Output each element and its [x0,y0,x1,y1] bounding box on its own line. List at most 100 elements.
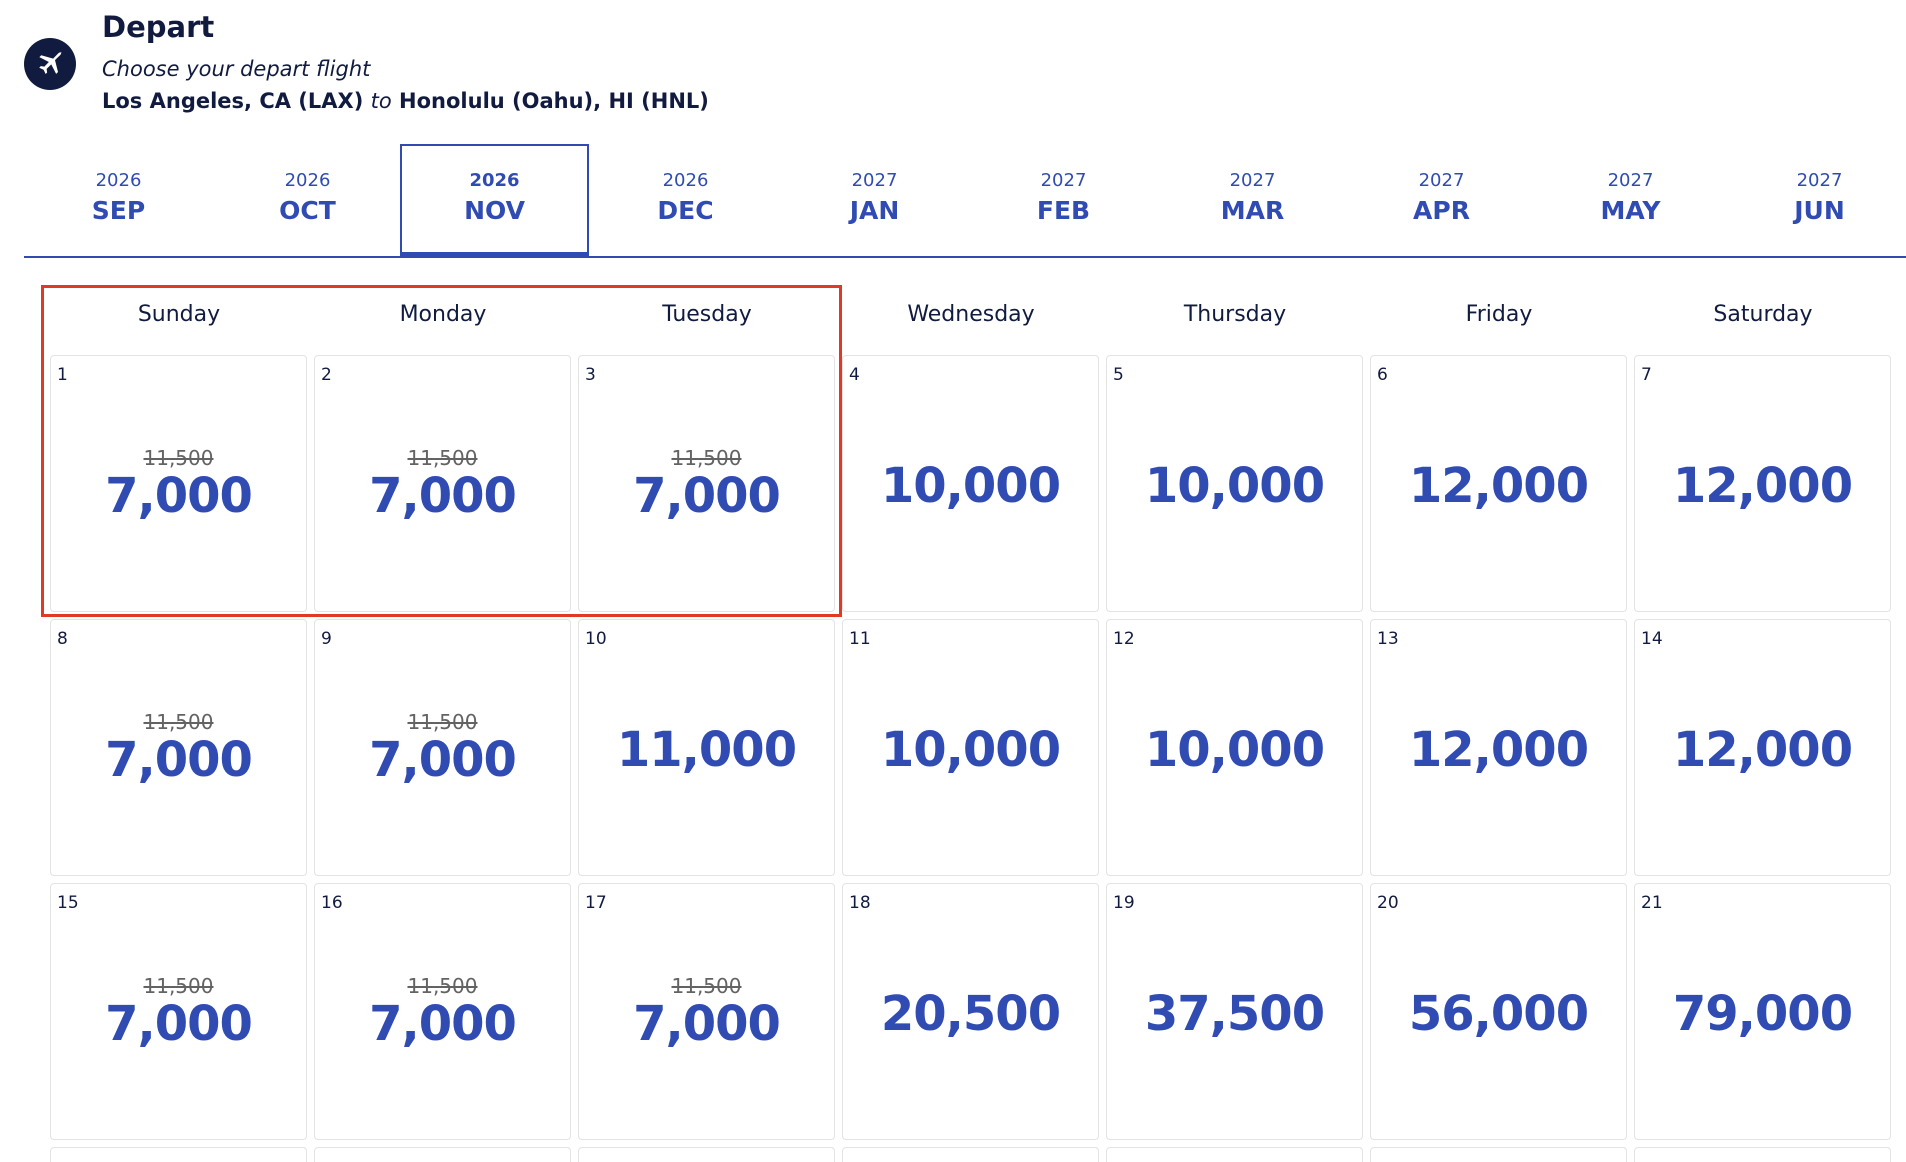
day-number: 13 [1377,629,1399,649]
day-number: 7 [1641,365,1652,385]
day-cell-partial[interactable] [842,1147,1099,1162]
weekday-tuesday: Tuesday [662,302,752,327]
fare-price: 10,000 [880,458,1061,514]
day-cell[interactable]: 11 10,000 [842,619,1099,876]
tab-month-label: NOV [464,196,525,225]
fare-price: 7,000 [105,468,253,524]
day-number: 10 [585,629,607,649]
origin-airport: Los Angeles, CA (LAX) [102,89,364,113]
tab-month-nov[interactable]: 2026 NOV [400,144,589,258]
day-cell[interactable]: 20 56,000 [1370,883,1627,1140]
destination-airport: Honolulu (Oahu), HI (HNL) [399,89,709,113]
day-cell[interactable]: 21 79,000 [1634,883,1891,1140]
page-title: Depart [102,10,215,44]
tab-month-label: APR [1413,196,1470,225]
day-number: 18 [849,893,871,913]
day-number: 4 [849,365,860,385]
tab-month-jun[interactable]: 2027 JUN [1725,144,1906,256]
airplane-icon [24,38,76,90]
tab-year-label: 2027 [1796,170,1843,191]
day-number: 3 [585,365,596,385]
fare-price: 12,000 [1408,458,1589,514]
original-price: 11,500 [143,446,214,470]
route-connector: to [370,89,392,113]
day-cell[interactable]: 1 11,500 7,000 [50,355,307,612]
day-cell[interactable]: 5 10,000 [1106,355,1363,612]
tab-year-label: 2027 [1229,170,1276,191]
fare-price: 7,000 [633,468,781,524]
tab-year-label: 2026 [284,170,331,191]
day-cell[interactable]: 16 11,500 7,000 [314,883,571,1140]
fare-price: 7,000 [369,468,517,524]
original-price: 11,500 [407,710,478,734]
tab-month-label: JAN [849,196,900,225]
page-subtitle: Choose your depart flight [102,57,371,81]
day-cell[interactable]: 6 12,000 [1370,355,1627,612]
tab-month-oct[interactable]: 2026 OCT [213,144,402,256]
tab-month-apr[interactable]: 2027 APR [1347,144,1536,256]
fare-price: 7,000 [633,996,781,1052]
day-cell[interactable]: 19 37,500 [1106,883,1363,1140]
day-number: 2 [321,365,332,385]
day-cell[interactable]: 17 11,500 7,000 [578,883,835,1140]
tab-month-label: JUN [1794,196,1845,225]
original-price: 11,500 [407,974,478,998]
day-cell[interactable]: 14 12,000 [1634,619,1891,876]
tab-year-label: 2026 [95,170,142,191]
day-cell[interactable]: 2 11,500 7,000 [314,355,571,612]
day-number: 1 [57,365,68,385]
day-cell[interactable]: 8 11,500 7,000 [50,619,307,876]
tab-month-sep[interactable]: 2026 SEP [24,144,213,256]
day-cell[interactable]: 3 11,500 7,000 [578,355,835,612]
weekday-wednesday: Wednesday [907,302,1035,327]
day-cell-partial[interactable] [1370,1147,1627,1162]
fare-price: 12,000 [1672,458,1853,514]
fare-price: 20,500 [880,986,1061,1042]
tab-month-feb[interactable]: 2027 FEB [969,144,1158,256]
tab-month-label: SEP [91,196,146,225]
fare-price: 10,000 [1144,458,1325,514]
fare-price: 7,000 [369,732,517,788]
tab-month-label: DEC [657,196,714,225]
day-number: 15 [57,893,79,913]
day-cell[interactable]: 18 20,500 [842,883,1099,1140]
day-cell[interactable]: 13 12,000 [1370,619,1627,876]
day-number: 20 [1377,893,1399,913]
tab-year-label: 2027 [1040,170,1087,191]
fare-price: 79,000 [1672,986,1853,1042]
day-cell-partial[interactable] [1634,1147,1891,1162]
day-cell-partial[interactable] [50,1147,307,1162]
day-cell-partial[interactable] [1106,1147,1363,1162]
fare-price: 12,000 [1672,722,1853,778]
day-number: 17 [585,893,607,913]
tab-month-dec[interactable]: 2026 DEC [591,144,780,256]
day-cell[interactable]: 4 10,000 [842,355,1099,612]
tab-year-label: 2026 [469,170,520,191]
original-price: 11,500 [671,446,742,470]
day-cell[interactable]: 10 11,000 [578,619,835,876]
day-number: 21 [1641,893,1663,913]
tab-month-label: MAY [1600,196,1661,225]
day-cell[interactable]: 12 10,000 [1106,619,1363,876]
day-number: 16 [321,893,343,913]
day-cell-partial[interactable] [578,1147,835,1162]
fare-price: 56,000 [1408,986,1589,1042]
tab-year-label: 2027 [1418,170,1465,191]
original-price: 11,500 [671,974,742,998]
day-cell[interactable]: 9 11,500 7,000 [314,619,571,876]
tab-year-label: 2027 [851,170,898,191]
original-price: 11,500 [407,446,478,470]
route-text: Los Angeles, CA (LAX) to Honolulu (Oahu)… [102,89,709,113]
original-price: 11,500 [143,974,214,998]
day-cell-partial[interactable] [314,1147,571,1162]
weekday-saturday: Saturday [1713,302,1813,327]
tab-month-may[interactable]: 2027 MAY [1536,144,1725,256]
fare-price: 11,000 [616,722,797,778]
day-cell[interactable]: 7 12,000 [1634,355,1891,612]
tab-month-label: OCT [279,196,336,225]
tab-month-mar[interactable]: 2027 MAR [1158,144,1347,256]
day-cell[interactable]: 15 11,500 7,000 [50,883,307,1140]
fare-price: 7,000 [369,996,517,1052]
tab-month-jan[interactable]: 2027 JAN [780,144,969,256]
tab-year-label: 2026 [662,170,709,191]
